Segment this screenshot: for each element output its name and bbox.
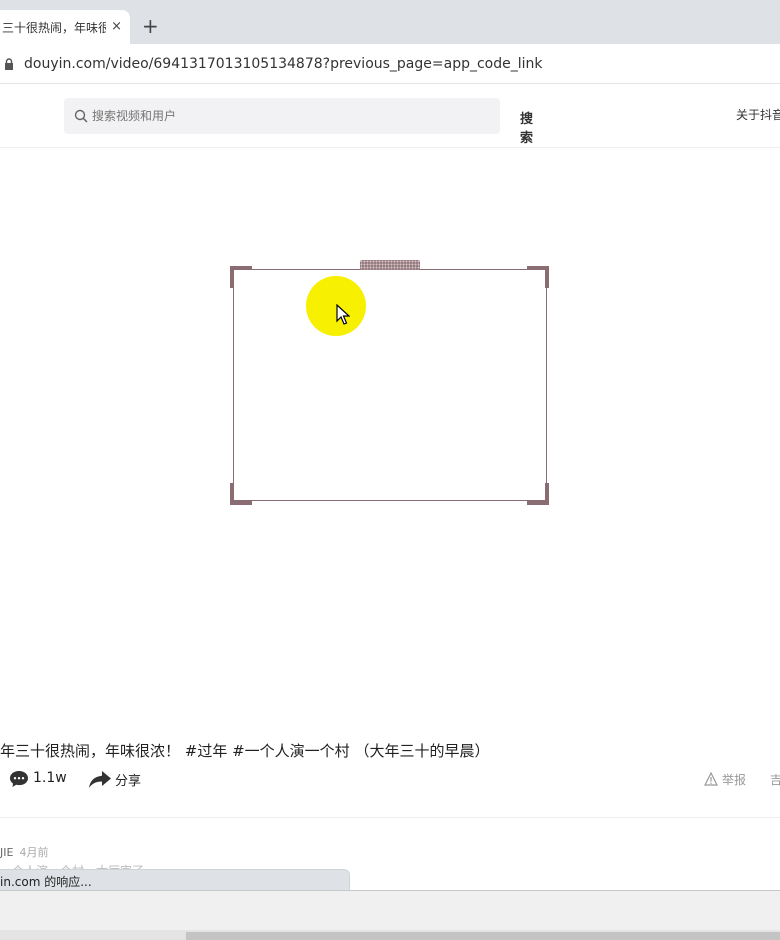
comment-meta: JIE 4月前 (0, 844, 48, 860)
url-text[interactable]: douyin.com/video/6941317013105134878?pre… (24, 56, 543, 72)
video-caption: 年三十很热闹，年味很浓！ #过年 #一个人演一个村 （大年三十的早晨） (0, 742, 490, 760)
new-tab-icon[interactable]: + (142, 16, 159, 36)
address-bar[interactable]: douyin.com/video/6941317013105134878?pre… (0, 44, 780, 84)
share-icon[interactable] (88, 769, 112, 789)
warning-icon[interactable] (704, 772, 718, 786)
comment-count[interactable]: 1.1w (33, 770, 67, 786)
site-header: 搜索 关于抖音 (0, 84, 780, 148)
about-douyin-link[interactable]: 关于抖音 (736, 106, 780, 123)
search-button[interactable]: 搜索 (520, 108, 533, 146)
browser-status-text: in.com 的响应... (0, 869, 350, 891)
tab-close-icon[interactable]: × (111, 19, 122, 35)
browser-tab-strip: 三十很热闹，年味很浓 × + (0, 0, 780, 44)
frame-corner-handle[interactable] (230, 483, 252, 505)
video-actions: 1.1w 分享 举报 吉 (0, 768, 780, 790)
divider (0, 817, 780, 818)
share-button[interactable]: 分享 (115, 770, 141, 789)
comment-icon[interactable] (8, 769, 30, 789)
frame-corner-handle[interactable] (527, 483, 549, 505)
comment-author[interactable]: JIE (0, 846, 13, 859)
capture-frame[interactable] (233, 269, 547, 501)
report-button[interactable]: 举报 (722, 771, 746, 788)
tab-title: 三十很热闹，年味很浓 (2, 20, 106, 35)
horizontal-scrollbar[interactable] (0, 930, 780, 940)
frame-corner-handle[interactable] (230, 266, 252, 288)
search-icon (74, 109, 88, 123)
frame-corner-handle[interactable] (527, 266, 549, 288)
search-box: 搜索 (64, 98, 533, 146)
scrollbar-thumb[interactable] (186, 932, 780, 940)
lock-icon (5, 58, 13, 70)
frame-drag-handle[interactable] (360, 260, 420, 270)
more-action[interactable]: 吉 (770, 771, 780, 788)
video-player[interactable] (0, 148, 780, 733)
mouse-cursor-icon (336, 304, 350, 325)
browser-tab[interactable]: 三十很热闹，年味很浓 × (0, 10, 130, 44)
search-input[interactable] (92, 98, 442, 134)
screen: 三十很热闹，年味很浓 × + douyin.com/video/69413170… (0, 0, 780, 940)
comment-time: 4月前 (19, 846, 49, 859)
